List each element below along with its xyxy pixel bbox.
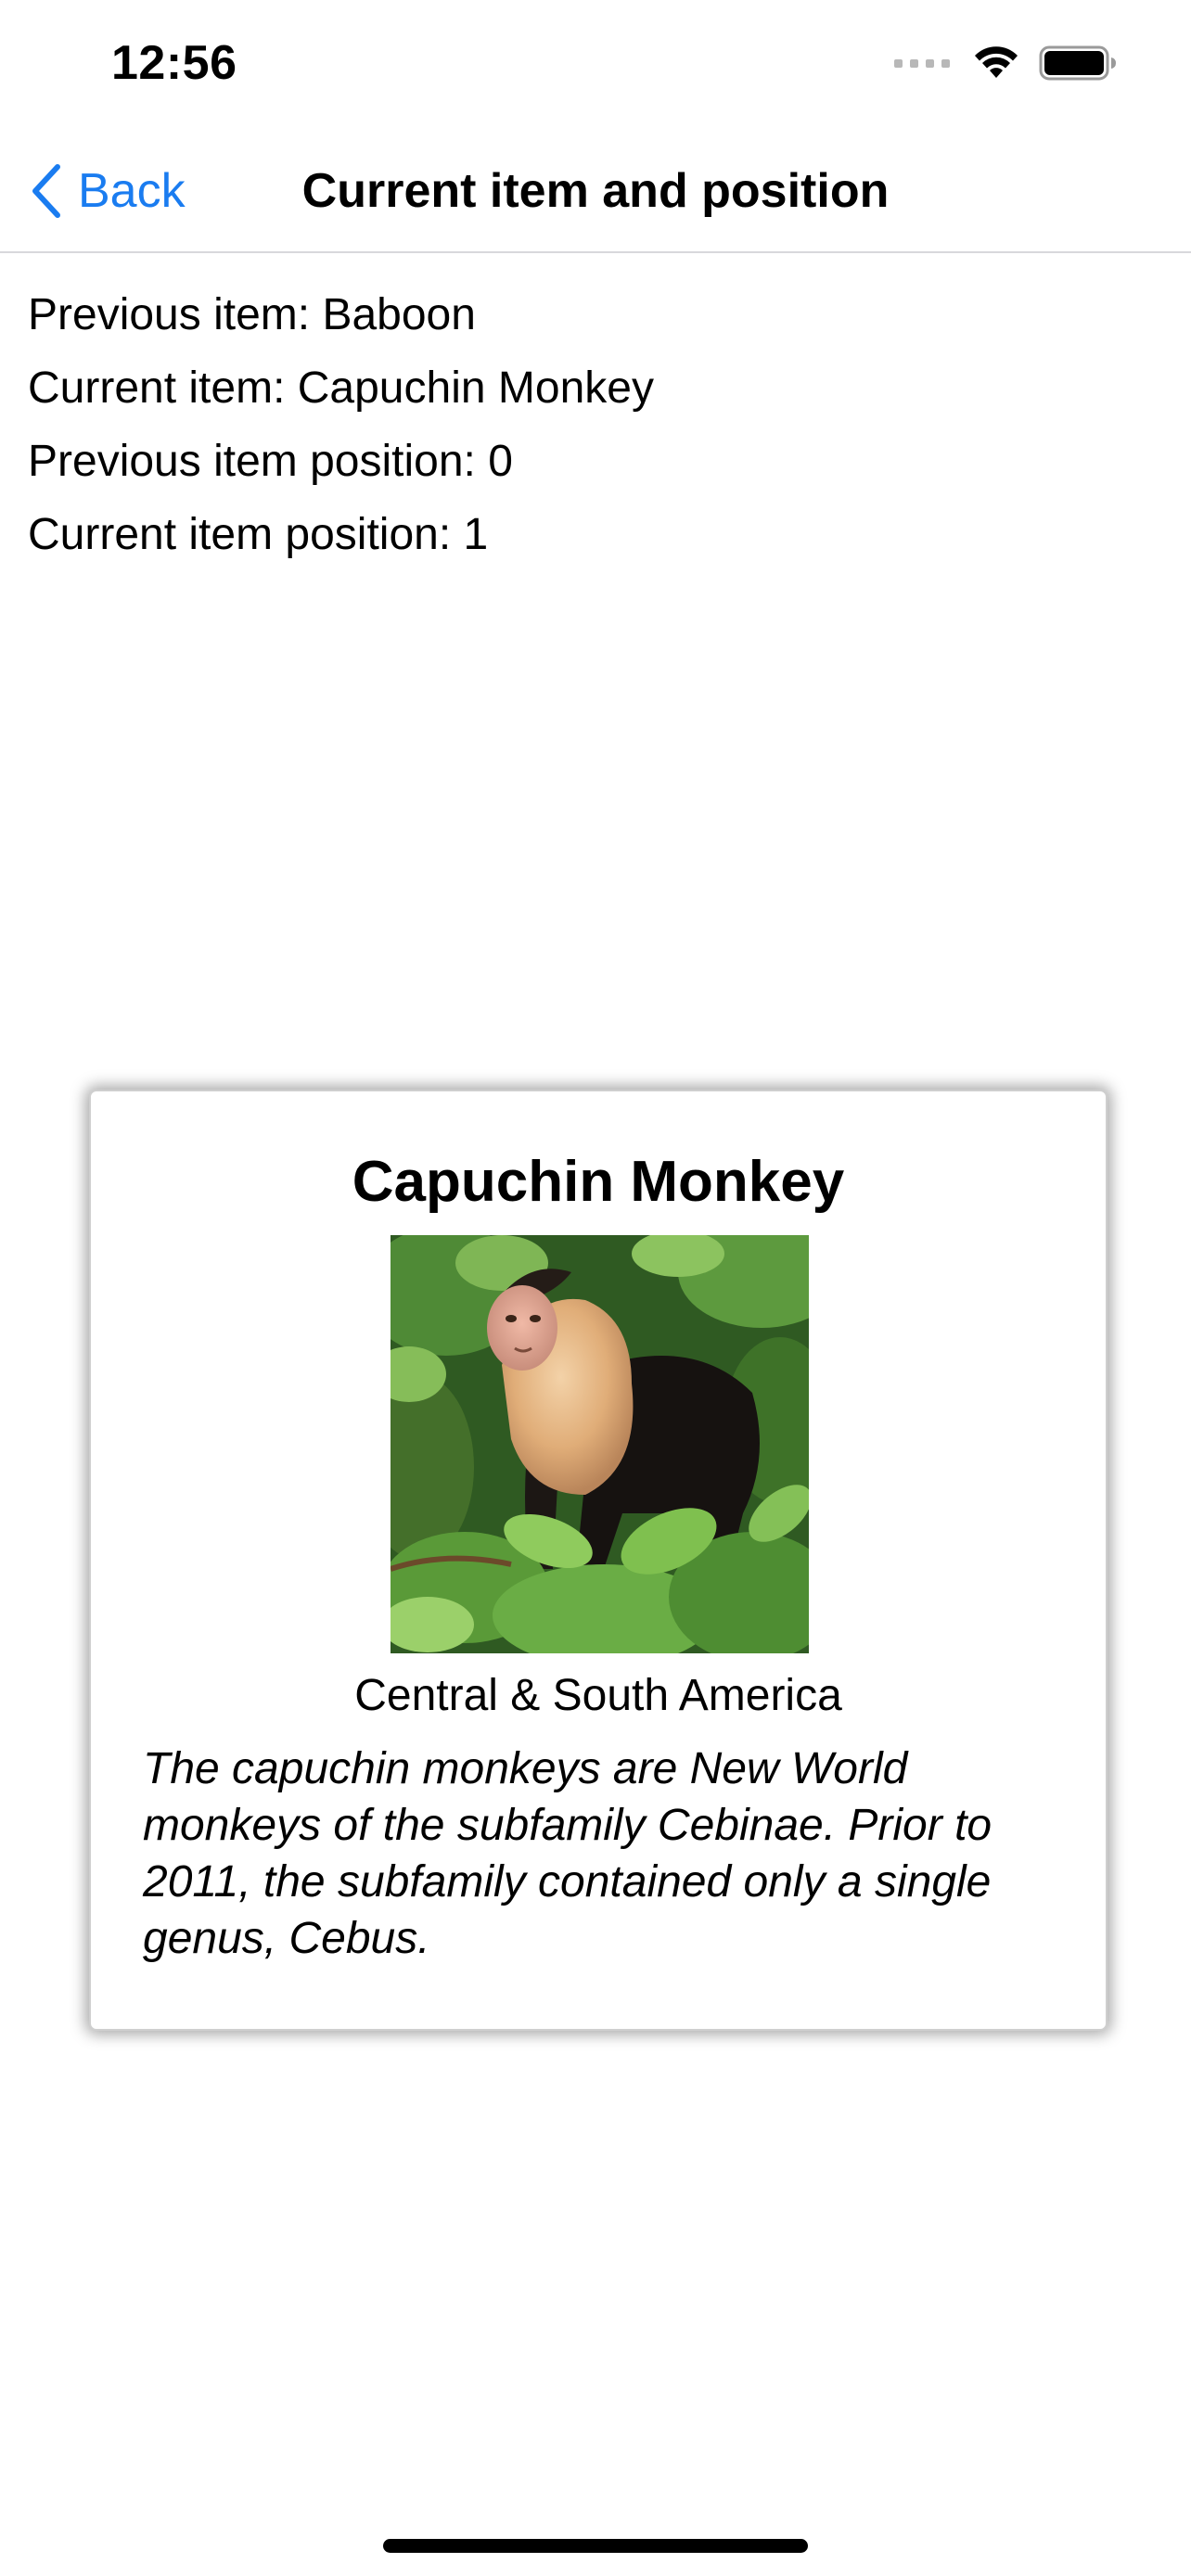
status-icons xyxy=(894,45,1117,82)
navigation-bar: Back Current item and position xyxy=(0,130,1191,253)
status-time: 12:56 xyxy=(111,36,237,90)
previous-item-label: Previous item: Baboon xyxy=(28,290,476,339)
previous-position-label: Previous item position: 0 xyxy=(28,437,513,486)
card-description: The capuchin monkeys are New World monke… xyxy=(143,1744,992,1963)
position-info-list: Previous item: Baboon Current item: Capu… xyxy=(28,278,654,571)
monkey-image xyxy=(391,1235,809,1653)
wifi-icon xyxy=(975,46,1018,78)
card-title: Capuchin Monkey xyxy=(352,1150,845,1214)
carousel-item-card[interactable]: Capuchin Monkey Central & South America … xyxy=(89,1090,1108,2031)
page-title: Current item and position xyxy=(301,164,890,218)
status-bar: 12:56 xyxy=(0,0,1191,130)
cellular-signal-icon xyxy=(894,58,950,68)
current-position-label: Current item position: 1 xyxy=(28,510,489,559)
battery-icon xyxy=(1039,45,1116,81)
home-indicator[interactable] xyxy=(383,2539,808,2553)
current-item-label: Current item: Capuchin Monkey xyxy=(28,363,654,413)
card-location: Central & South America xyxy=(354,1671,842,1720)
